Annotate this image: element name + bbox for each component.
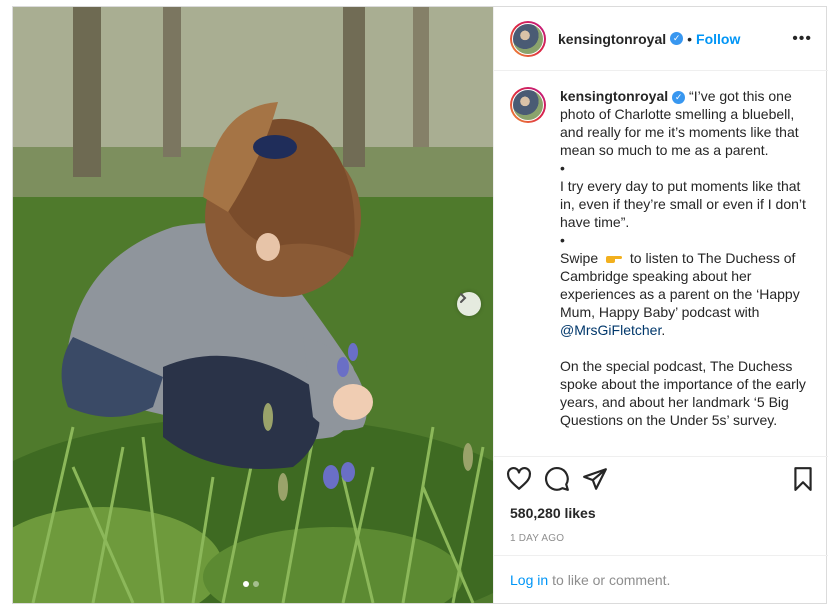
comment-icon[interactable]	[544, 466, 570, 492]
photo-illustration	[13, 7, 493, 603]
verified-badge-icon: ✓	[670, 32, 684, 45]
share-icon[interactable]	[582, 466, 608, 492]
caption-bullet: •	[560, 160, 565, 176]
verified-badge-icon: ✓	[672, 90, 686, 104]
mention-link[interactable]: @MrsGiFletcher	[560, 322, 661, 338]
caption-text: kensingtonroyal ✓ “I’ve got this one phot…	[560, 87, 808, 429]
bookmark-icon[interactable]	[790, 466, 816, 492]
login-prompt: Log in to like or comment.	[494, 555, 828, 603]
avatar[interactable]	[510, 20, 546, 57]
carousel-dot	[253, 581, 259, 587]
caption-period: .	[661, 322, 666, 338]
carousel-next-button[interactable]	[457, 292, 481, 316]
username-link[interactable]: kensingtonroyal	[558, 31, 666, 47]
heart-icon[interactable]	[506, 466, 532, 492]
instagram-post: kensingtonroyal ✓ • Follow ••• kensingto…	[12, 6, 828, 604]
caption-username-link[interactable]: kensingtonroyal	[560, 88, 668, 104]
carousel-dot	[243, 581, 249, 587]
more-options-icon[interactable]: •••	[792, 30, 812, 48]
caption-area: kensingtonroyal ✓ “I’ve got this one phot…	[494, 71, 828, 456]
swipe-word: Swipe	[560, 250, 599, 266]
caption-bullet: •	[560, 232, 565, 248]
caption-paragraph: I try every day to put moments like that…	[560, 178, 806, 230]
caption-paragraph: On the special podcast, The Duchess spok…	[560, 358, 806, 428]
post-header: kensingtonroyal ✓ • Follow •••	[494, 7, 828, 71]
post-timestamp[interactable]: 1 DAY AGO	[494, 521, 828, 544]
pointing-hand-icon	[606, 256, 623, 263]
likes-count[interactable]: 580,280 likes	[494, 501, 828, 521]
separator-dot: •	[687, 30, 693, 47]
login-prompt-text: to like or comment.	[552, 571, 671, 588]
post-photo[interactable]	[13, 7, 493, 603]
chevron-right-icon	[460, 293, 467, 303]
follow-button[interactable]: Follow	[696, 31, 740, 47]
post-sidebar: kensingtonroyal ✓ • Follow ••• kensingto…	[493, 7, 828, 603]
post-actions: 580,280 likes 1 DAY AGO	[494, 456, 828, 544]
login-link[interactable]: Log in	[510, 572, 548, 588]
action-icons-row	[494, 457, 828, 501]
caption-avatar[interactable]	[510, 87, 546, 123]
carousel-indicator	[243, 581, 259, 587]
